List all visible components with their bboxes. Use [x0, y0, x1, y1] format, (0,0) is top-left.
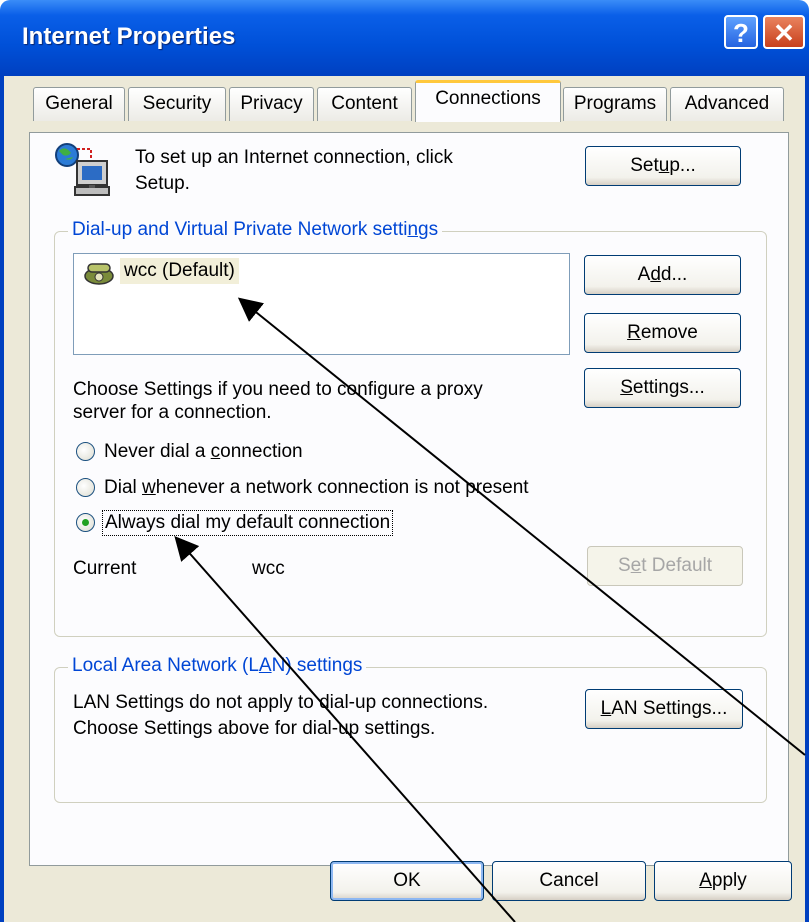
settings-button[interactable]: Settings... — [584, 368, 741, 408]
phone-connection-icon — [82, 260, 116, 292]
tab-general[interactable]: General — [33, 87, 125, 121]
current-value: wcc — [252, 558, 285, 579]
radio-dial-whenever-label[interactable]: Dial whenever a network connection is no… — [104, 476, 529, 500]
current-label: Current — [73, 558, 137, 579]
setup-button-label: Set — [630, 155, 659, 176]
window-title: Internet Properties — [22, 23, 236, 50]
radio-always-dial[interactable] — [76, 513, 95, 532]
radio-always-dial-label[interactable]: Always dial my default connection — [102, 510, 394, 536]
tab-programs[interactable]: Programs — [563, 87, 667, 121]
ok-button[interactable]: OK — [330, 861, 484, 901]
radio-never-dial-label[interactable]: Never dial a connection — [104, 440, 303, 464]
tab-content[interactable]: Content — [317, 87, 412, 121]
lan-instruction-line1: LAN Settings do not apply to dial-up con… — [73, 692, 489, 713]
setup-button[interactable]: Setup... — [585, 146, 741, 186]
help-button[interactable]: ? — [724, 15, 758, 49]
tab-advanced[interactable]: Advanced — [670, 87, 784, 121]
dialup-vpn-legend: Dial-up and Virtual Private Network sett… — [68, 219, 443, 241]
connection-listbox[interactable]: wcc (Default) — [73, 253, 570, 355]
setup-button-label-end: p... — [669, 155, 696, 176]
cancel-button[interactable]: Cancel — [492, 861, 646, 901]
set-default-button[interactable]: Set Default — [587, 546, 743, 586]
tab-privacy[interactable]: Privacy — [229, 87, 314, 121]
setup-button-mnemonic: u — [658, 155, 670, 176]
add-button[interactable]: Add... — [584, 255, 741, 295]
internet-connection-icon — [51, 141, 123, 211]
connection-item-wcc[interactable]: wcc (Default) — [120, 258, 239, 284]
radio-never-dial[interactable] — [76, 442, 95, 461]
proxy-instruction-line1: Choose Settings if you need to configure… — [73, 379, 483, 400]
title-bar[interactable]: Internet Properties ? ✕ — [0, 0, 809, 76]
close-button[interactable]: ✕ — [763, 15, 805, 49]
radio-selected-dot — [82, 519, 89, 526]
radio-dial-whenever[interactable] — [76, 478, 95, 497]
tab-security[interactable]: Security — [128, 87, 226, 121]
setup-instruction-line2: Setup. — [135, 173, 190, 194]
lan-instruction-line2: Choose Settings above for dial-up settin… — [73, 718, 436, 739]
proxy-instruction-line2: server for a connection. — [73, 402, 272, 423]
lan-settings-button[interactable]: LAN Settings... — [585, 689, 743, 729]
internet-properties-dialog: Internet Properties ? ✕ General Security… — [0, 0, 809, 922]
tab-connections[interactable]: Connections — [415, 80, 561, 122]
setup-instruction-line1: To set up an Internet connection, click — [135, 147, 453, 168]
lan-settings-legend: Local Area Network (LAN) settings — [68, 655, 367, 677]
remove-button[interactable]: Remove — [584, 313, 741, 353]
apply-button[interactable]: Apply — [654, 861, 792, 901]
